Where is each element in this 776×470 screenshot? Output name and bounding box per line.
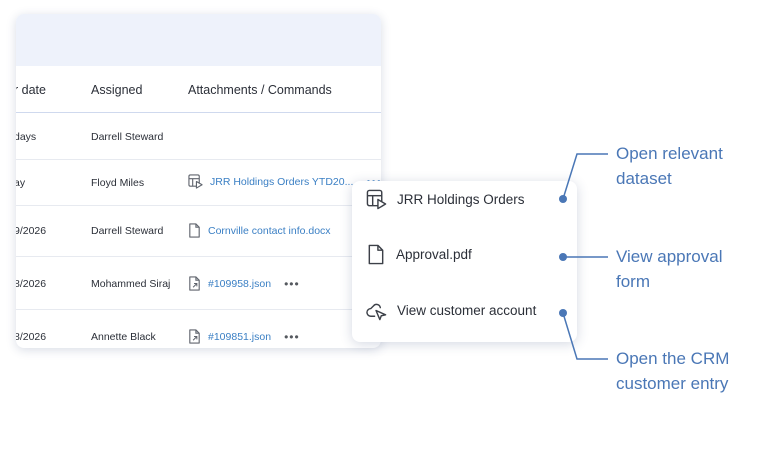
annotation-open-dataset: Open relevant dataset — [616, 141, 723, 191]
annotation-open-crm: Open the CRM customer entry — [616, 346, 729, 396]
annotation-line: dataset — [616, 169, 672, 188]
annotation-line: View approval — [616, 247, 723, 266]
annotation-line: Open the CRM — [616, 349, 730, 368]
annotation-line: customer entry — [616, 374, 729, 393]
annotation-view-approval: View approval form — [616, 244, 722, 294]
annotation-line: Open relevant — [616, 144, 723, 163]
callout-lines — [559, 153, 608, 360]
annotation-line: form — [616, 272, 650, 291]
